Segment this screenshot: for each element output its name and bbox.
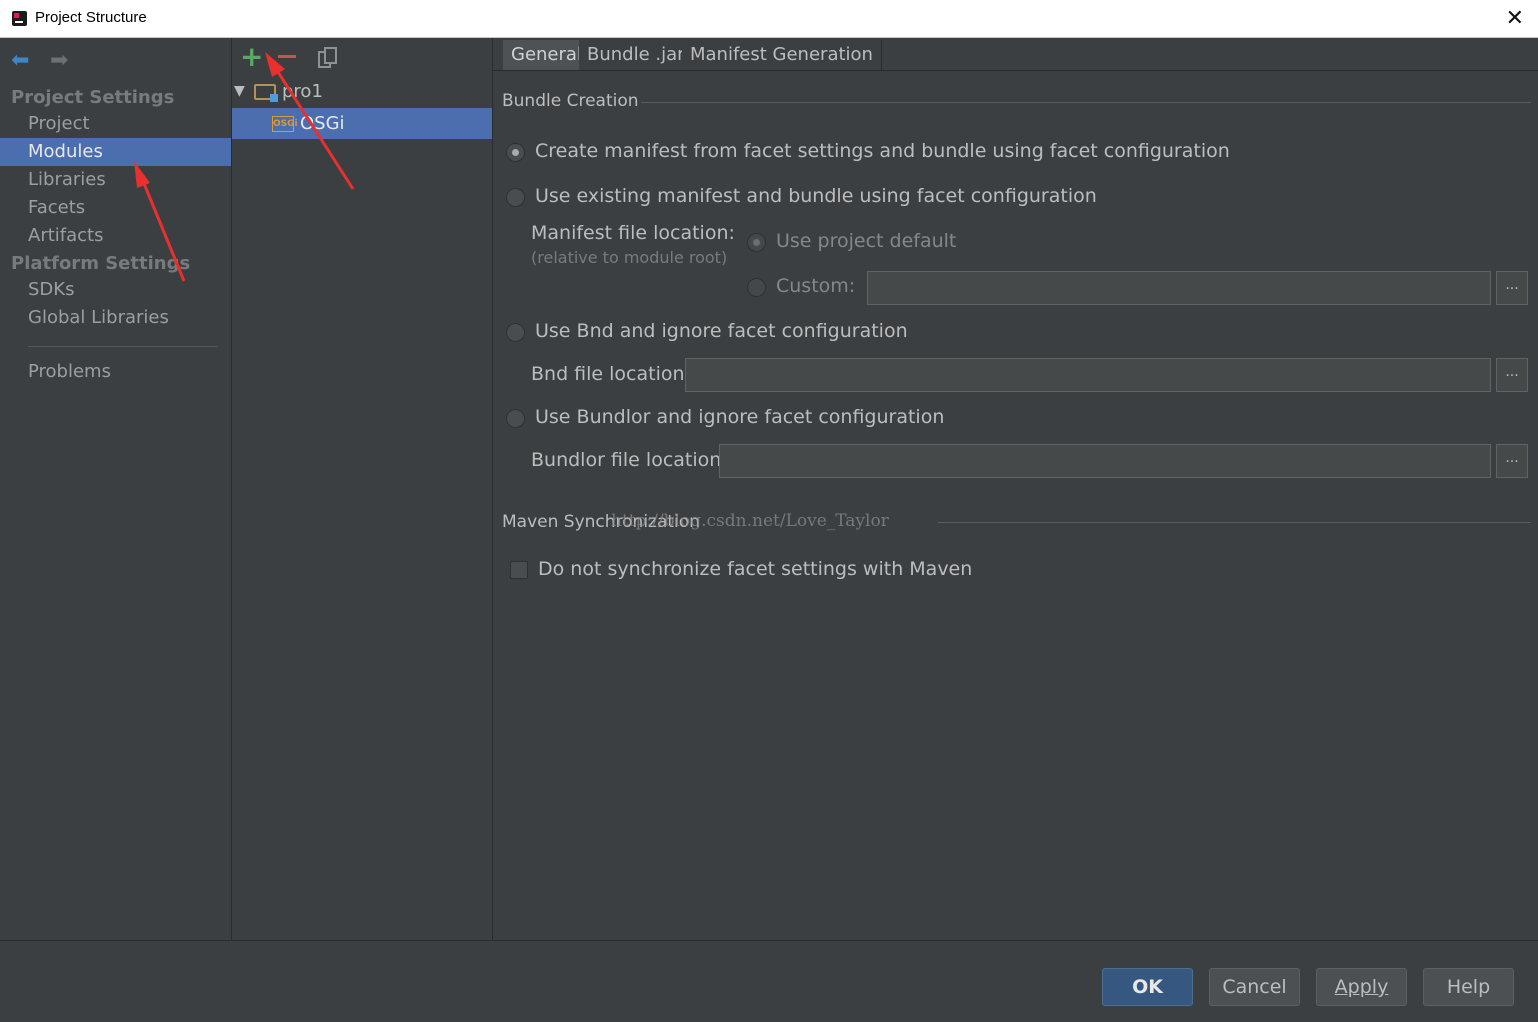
sidebar-divider	[28, 346, 218, 347]
radio-use-bundlor[interactable]	[506, 409, 525, 428]
tree-node-label: OSGi	[300, 113, 345, 134]
ok-button[interactable]: OK	[1102, 968, 1193, 1006]
back-arrow-icon[interactable]: ⬅	[11, 50, 29, 72]
manifest-location-hint: (relative to module root)	[531, 248, 728, 267]
bundlor-location-label: Bundlor file location:	[531, 449, 728, 471]
group-separator	[641, 102, 1531, 103]
expand-triangle-icon[interactable]: ▼	[234, 76, 245, 107]
forward-arrow-icon[interactable]: ➡	[50, 50, 68, 72]
sidebar-item-sdks[interactable]: SDKs	[0, 276, 231, 304]
apply-button-label: Apply	[1334, 976, 1389, 998]
radio-use-project-default[interactable]	[747, 233, 766, 252]
custom-label[interactable]: Custom:	[776, 275, 855, 297]
sidebar-item-global-libraries[interactable]: Global Libraries	[0, 304, 231, 332]
radio-custom[interactable]	[747, 278, 766, 297]
tree-node-label: pro1	[282, 81, 323, 102]
custom-manifest-field[interactable]	[867, 271, 1491, 305]
sidebar-item-facets[interactable]: Facets	[0, 194, 231, 222]
facet-settings-panel: General Bundle .jar Manifest Generation …	[493, 38, 1538, 940]
radio-create-manifest[interactable]	[506, 143, 525, 162]
window-title: Project Structure	[35, 9, 147, 26]
no-maven-sync-label[interactable]: Do not synchronize facet settings with M…	[538, 558, 972, 580]
project-settings-header: Project Settings	[11, 87, 175, 108]
manifest-location-label: Manifest file location:	[531, 222, 735, 244]
apply-button[interactable]: Apply	[1316, 968, 1407, 1006]
radio-existing-manifest[interactable]	[506, 188, 525, 207]
watermark-text: http://blog.csdn.net/Love_Taylor	[611, 511, 889, 531]
option-existing-manifest-label[interactable]: Use existing manifest and bundle using f…	[535, 185, 1097, 207]
bundlor-file-field[interactable]	[719, 444, 1491, 478]
option-use-bnd-label[interactable]: Use Bnd and ignore facet configuration	[535, 320, 908, 342]
help-button[interactable]: Help	[1423, 968, 1514, 1006]
bnd-location-label: Bnd file location:	[531, 363, 691, 385]
tab-bar: General Bundle .jar Manifest Generation	[493, 38, 1538, 71]
use-project-default-label[interactable]: Use project default	[776, 230, 956, 252]
dialog-button-bar: OK Cancel Apply Help	[0, 940, 1538, 1022]
group-separator	[938, 522, 1531, 523]
radio-use-bnd[interactable]	[506, 323, 525, 342]
plus-icon[interactable]: +	[240, 42, 263, 72]
option-create-manifest-label[interactable]: Create manifest from facet settings and …	[535, 140, 1230, 162]
copy-icon[interactable]	[318, 47, 338, 69]
module-folder-icon	[254, 84, 278, 102]
tree-node-pro1[interactable]: ▼ pro1	[232, 76, 492, 107]
tab-general[interactable]: General	[503, 40, 591, 70]
intellij-icon	[12, 11, 27, 26]
bnd-file-field[interactable]	[685, 358, 1491, 392]
sidebar-item-modules[interactable]: Modules	[0, 138, 231, 166]
cancel-button[interactable]: Cancel	[1209, 968, 1300, 1006]
sidebar-item-libraries[interactable]: Libraries	[0, 166, 231, 194]
platform-settings-header: Platform Settings	[11, 253, 191, 274]
close-icon[interactable]: ✕	[1506, 5, 1524, 31]
no-maven-sync-checkbox[interactable]	[510, 561, 528, 579]
option-use-bundlor-label[interactable]: Use Bundlor and ignore facet configurati…	[535, 406, 944, 428]
sidebar-item-problems[interactable]: Problems	[0, 358, 231, 386]
tree-node-osgi[interactable]: OSGi OSGi	[232, 108, 492, 139]
settings-sidebar: ⬅ ➡ Project Settings Project Modules Lib…	[0, 38, 232, 940]
osgi-facet-icon: OSGi	[272, 116, 298, 132]
bundle-creation-title: Bundle Creation	[502, 91, 639, 111]
module-tree-panel: + ▼ pro1 OSGi OSGi	[232, 38, 493, 940]
sidebar-item-artifacts[interactable]: Artifacts	[0, 222, 231, 250]
bnd-browse-button[interactable]: ...	[1496, 358, 1528, 392]
tab-bundle-jar[interactable]: Bundle .jar	[579, 40, 694, 70]
custom-browse-button[interactable]: ...	[1496, 271, 1528, 305]
bundlor-browse-button[interactable]: ...	[1496, 444, 1528, 478]
minus-icon[interactable]	[278, 55, 296, 58]
title-bar: Project Structure ✕	[0, 0, 1538, 38]
tab-manifest-generation[interactable]: Manifest Generation	[682, 40, 882, 70]
sidebar-item-project[interactable]: Project	[0, 110, 231, 138]
